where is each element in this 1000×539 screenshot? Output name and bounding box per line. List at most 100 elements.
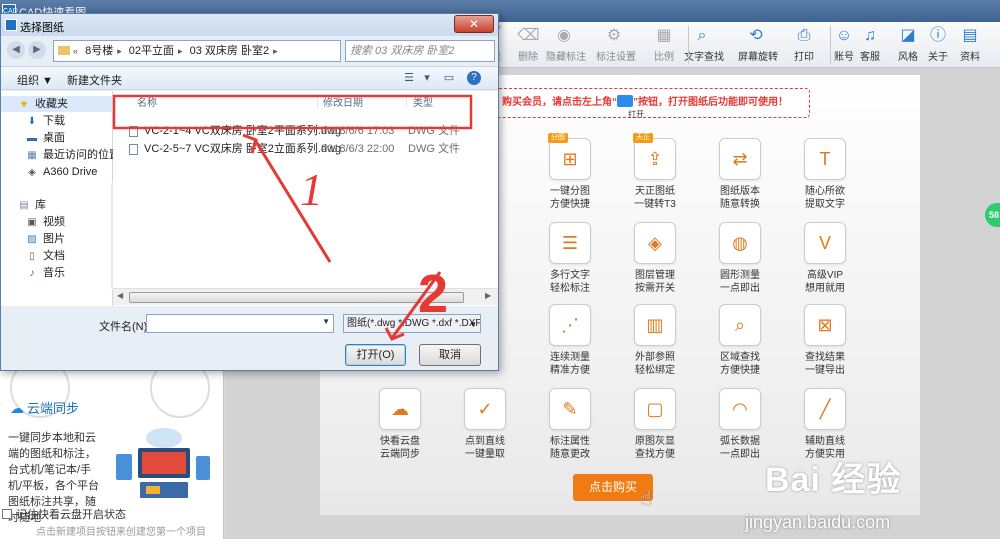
- cloud-drive-icon[interactable]: ☁: [379, 388, 421, 430]
- nav-pictures[interactable]: ▨ 图片: [1, 231, 113, 247]
- column-divider[interactable]: [317, 93, 318, 107]
- feature-tile[interactable]: ◠ 弧长数据 一点即出: [705, 388, 775, 461]
- nav-downloads[interactable]: ⬇ 下载: [1, 113, 113, 129]
- cancel-button[interactable]: 取消: [419, 344, 481, 366]
- arc-length-icon[interactable]: ◠: [719, 388, 761, 430]
- nav-libraries[interactable]: ▤ 库: [1, 197, 113, 213]
- feature-tile[interactable]: ⊠ 查找结果 一键导出: [790, 304, 860, 377]
- layers-icon[interactable]: ◈: [634, 222, 676, 264]
- feature-tile[interactable]: ▥ 外部参照 轻松绑定: [620, 304, 690, 377]
- scrollbar-thumb[interactable]: [129, 292, 464, 303]
- feature-tile[interactable]: V 高级VIP 想用就用: [790, 222, 860, 295]
- toolbar-button-11[interactable]: ⓘ 关于: [920, 22, 956, 68]
- area-search-icon[interactable]: ⌕: [719, 304, 761, 346]
- feature-title: 辅助直线: [805, 436, 845, 447]
- feature-tag: 分图: [548, 133, 568, 143]
- preview-pane-icon[interactable]: ▭: [441, 71, 457, 86]
- help-icon[interactable]: ?: [467, 71, 481, 85]
- toolbar-button-1[interactable]: ⌫ 删除: [510, 22, 546, 68]
- version-icon[interactable]: ⇄: [719, 138, 761, 180]
- toolbar-button-5[interactable]: ⌕ 文字查找: [684, 22, 724, 68]
- convert-icon[interactable]: ⇪ 天正: [633, 133, 676, 180]
- chevron-down-icon[interactable]: ▼: [322, 317, 330, 326]
- feature-tile[interactable]: ☁ 快看云盘 云端同步: [365, 388, 435, 461]
- breadcrumb-separator[interactable]: ▸: [117, 46, 122, 56]
- feature-title: 图纸版本: [720, 186, 760, 197]
- nav-videos[interactable]: ▣ 视频: [1, 214, 113, 230]
- feature-tile[interactable]: ⋰ 连续测量 精准方便: [535, 304, 605, 377]
- feature-tile[interactable]: ▢ 原图灰显 查找方便: [620, 388, 690, 461]
- column-header-type[interactable]: 类型: [413, 94, 433, 109]
- toolbar-button-3[interactable]: ⚙ 标注设置: [596, 22, 636, 68]
- feature-tile[interactable]: ☰ 多行文字 轻松标注: [535, 222, 605, 295]
- organize-menu[interactable]: 组织 ▼: [17, 72, 53, 88]
- export-icon[interactable]: ⊠: [804, 304, 846, 346]
- file-row[interactable]: VC-2-1~4 VC双床房 卧室2平面系列.dwg 2018/6/6 17:0…: [119, 123, 494, 140]
- feature-tile[interactable]: ⊞ 分图 一键分图 方便快捷: [535, 133, 605, 211]
- breadcrumb-separator[interactable]: ▸: [178, 46, 183, 56]
- feature-title: 查找结果: [805, 352, 845, 363]
- forward-arrow-icon[interactable]: ▶: [28, 41, 46, 59]
- split-icon[interactable]: ⊞ 分图: [548, 133, 591, 180]
- chevron-down-icon[interactable]: ▼: [469, 316, 477, 332]
- feature-subtitle: 轻松标注: [550, 283, 590, 294]
- toolbar-button-4[interactable]: ▦ 比例: [646, 22, 682, 68]
- vip-icon[interactable]: V: [804, 222, 846, 264]
- breadcrumb-item[interactable]: 8号楼: [81, 45, 117, 57]
- multiline-text-icon[interactable]: ☰: [549, 222, 591, 264]
- gray-view-icon[interactable]: ▢: [634, 388, 676, 430]
- scroll-left-icon[interactable]: ◀: [117, 291, 123, 300]
- open-button[interactable]: 打开(O): [345, 344, 406, 366]
- feature-tile[interactable]: ✎ 标注属性 随意更改: [535, 388, 605, 461]
- feature-tile[interactable]: T 随心所欲 提取文字: [790, 138, 860, 211]
- filetype-select[interactable]: 图纸(*.dwg *.DWG *.dxf *.DXF ▼: [343, 314, 481, 333]
- breadcrumb-item[interactable]: 02平立面: [125, 45, 178, 57]
- nav-a360[interactable]: ◈ A360 Drive: [1, 164, 113, 180]
- toolbar-button-12[interactable]: ▤ 资料: [952, 22, 988, 68]
- text-extract-icon[interactable]: T: [804, 138, 846, 180]
- new-folder-button[interactable]: 新建文件夹: [67, 72, 122, 88]
- toolbar-button-2[interactable]: ◉ 隐藏标注: [546, 22, 586, 68]
- remember-cloud-checkbox[interactable]: 记住快看云盘开启状态: [2, 506, 126, 522]
- aux-line-icon[interactable]: ╱: [804, 388, 846, 430]
- circle-measure-icon[interactable]: ◍: [719, 222, 761, 264]
- nav-documents-label: 文档: [43, 250, 65, 262]
- checkbox-box[interactable]: [2, 509, 12, 519]
- feature-tile[interactable]: ◈ 图层管理 按需开关: [620, 222, 690, 295]
- back-arrow-icon[interactable]: ◀: [7, 41, 25, 59]
- breadcrumb-item[interactable]: 03 双床房 卧室2: [186, 45, 273, 57]
- feature-tile[interactable]: ⇪ 天正 天正图纸 一键转T3: [620, 133, 690, 211]
- column-divider[interactable]: [406, 93, 407, 107]
- dialog-close-button[interactable]: ✕: [454, 15, 494, 33]
- feature-tile[interactable]: ╱ 辅助直线 方便实用: [790, 388, 860, 461]
- toolbar-button-9[interactable]: ♫ 客服: [852, 22, 888, 68]
- horizontal-scrollbar[interactable]: ◀ ▶: [113, 288, 498, 305]
- nav-favorites[interactable]: ★ 收藏夹: [1, 96, 113, 112]
- feature-tile[interactable]: ⌕ 区域查找 方便快捷: [705, 304, 775, 377]
- nav-documents[interactable]: ▯ 文档: [1, 248, 113, 264]
- annotation-icon[interactable]: ✎: [549, 388, 591, 430]
- nav-desktop[interactable]: ▬ 桌面: [1, 130, 113, 146]
- nav-music[interactable]: ♪ 音乐: [1, 265, 113, 281]
- column-header-date[interactable]: 修改日期: [323, 94, 363, 109]
- nav-recent[interactable]: ▦ 最近访问的位置: [1, 147, 120, 163]
- column-header-name[interactable]: 名称: [137, 94, 157, 109]
- toolbar-button-6[interactable]: ⟲ 屏幕旋转: [738, 22, 778, 68]
- continuous-measure-icon[interactable]: ⋰: [549, 304, 591, 346]
- file-row[interactable]: VC-2-5~7 VC双床房 卧室2立面系列.dwg 2018/6/3 22:0…: [119, 141, 494, 158]
- feature-tile[interactable]: ✓ 点到直线 一键量取: [450, 388, 520, 461]
- toolbar-button-7[interactable]: ⎙ 打印: [786, 22, 822, 68]
- point-line-icon[interactable]: ✓: [464, 388, 506, 430]
- view-options-icon[interactable]: ☰: [401, 71, 417, 86]
- filename-input[interactable]: ▼: [146, 314, 334, 333]
- search-input[interactable]: 搜索 03 双床房 卧室2: [345, 40, 495, 62]
- address-bar[interactable]: « 8号楼▸ 02平立面▸ 03 双床房 卧室2▸ ⟳: [53, 40, 341, 62]
- breadcrumb-separator[interactable]: ▸: [273, 46, 278, 56]
- view-dropdown-icon[interactable]: ▾: [419, 71, 435, 86]
- feature-tile[interactable]: ◍ 圆形测量 一点即出: [705, 222, 775, 295]
- xref-icon[interactable]: ▥: [634, 304, 676, 346]
- feature-tile[interactable]: ⇄ 图纸版本 随意转换: [705, 138, 775, 211]
- dialog-titlebar[interactable]: 选择图纸 ✕: [1, 14, 498, 36]
- scroll-right-icon[interactable]: ▶: [485, 291, 491, 300]
- video-icon: ▣: [27, 217, 37, 228]
